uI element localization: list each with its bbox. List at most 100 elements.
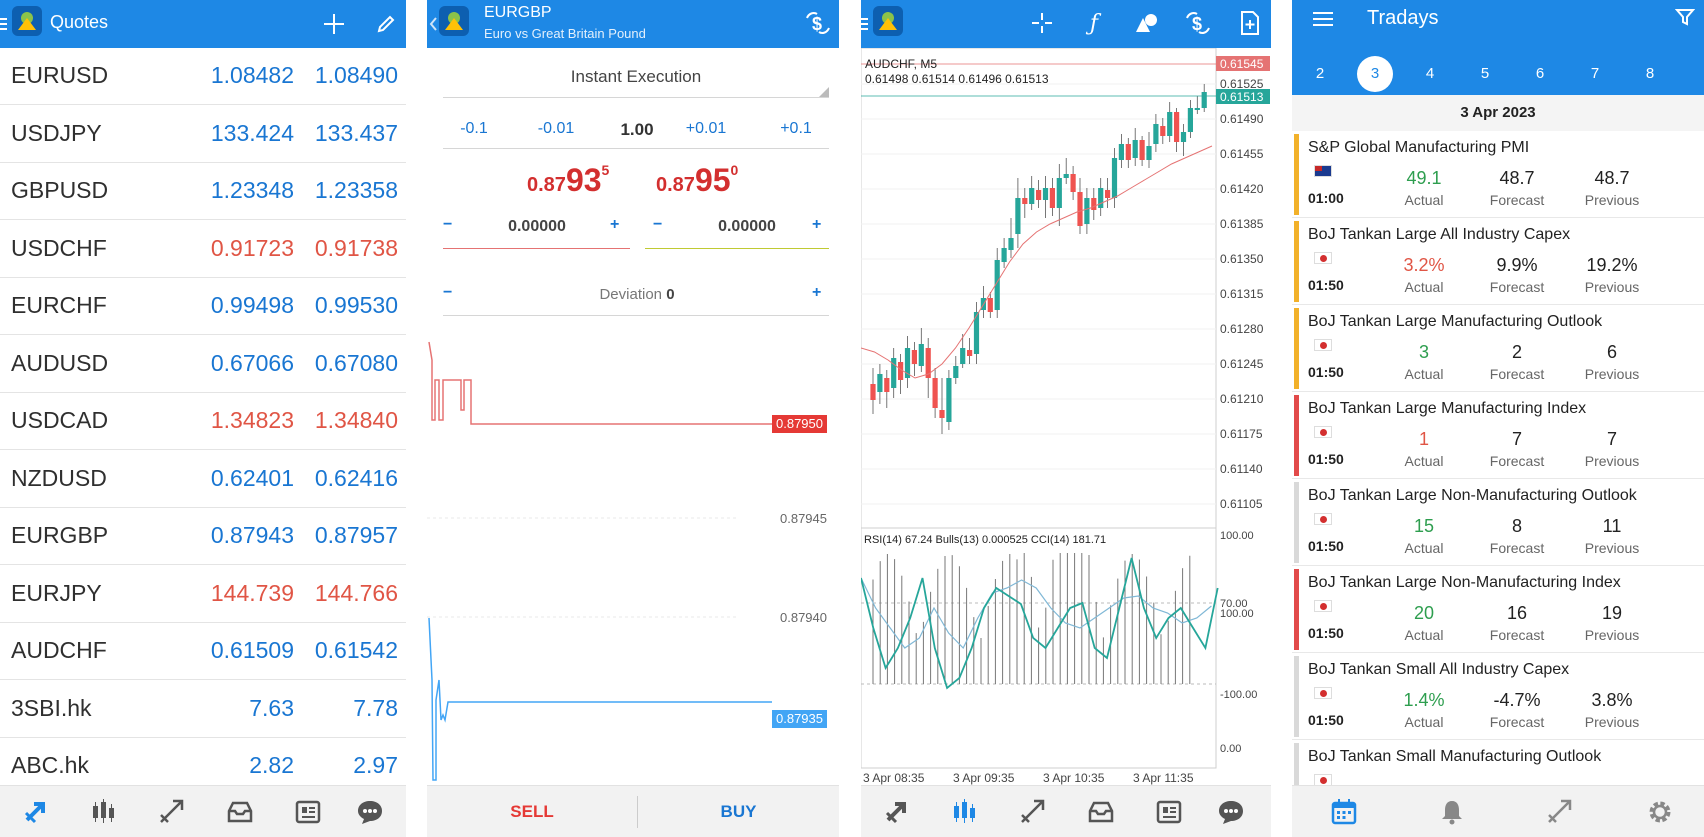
news-tab-icon[interactable] xyxy=(290,794,326,830)
day-item[interactable]: 5 xyxy=(1467,56,1503,92)
event-name: BoJ Tankan Large Manufacturing Outlook xyxy=(1308,313,1603,330)
quote-bid: 0.99498 xyxy=(210,292,294,318)
previous-label: Previous xyxy=(1584,453,1640,469)
candle-body xyxy=(1022,198,1028,204)
day-item[interactable]: 8 xyxy=(1632,56,1668,92)
volume-step-button[interactable]: -0.1 xyxy=(449,120,499,138)
volume-step-button[interactable]: +0.1 xyxy=(771,120,821,138)
candle-body xyxy=(870,384,876,400)
quote-row[interactable]: NZDUSD 0.62401 0.62416 xyxy=(0,451,406,508)
actual-label: Actual xyxy=(1404,453,1444,469)
chart-symbol-label: AUDCHF, M5 xyxy=(865,57,937,71)
history-tab-icon[interactable] xyxy=(222,794,258,830)
event-row[interactable]: BoJ Tankan Large Non-Manufacturing Index… xyxy=(1292,566,1704,653)
menu-icon[interactable] xyxy=(0,12,8,36)
back-icon[interactable] xyxy=(429,12,437,36)
sl-increase-button[interactable]: + xyxy=(610,216,619,234)
menu-icon[interactable] xyxy=(1310,6,1336,32)
volume-value[interactable]: 1.00 xyxy=(612,120,662,140)
event-row[interactable]: BoJ Tankan Large Non-Manufacturing Outlo… xyxy=(1292,479,1704,566)
price-axis-label: 0.61420 xyxy=(1220,182,1264,196)
pencil-icon[interactable] xyxy=(372,10,400,38)
event-row[interactable]: S&P Global Manufacturing PMI 01:00 49.1 48.… xyxy=(1292,131,1704,218)
quote-ask: 0.99530 xyxy=(314,292,398,318)
add-document-icon[interactable] xyxy=(1235,8,1265,38)
quote-row[interactable]: EURUSD 1.08482 1.08490 xyxy=(0,48,406,105)
quote-row[interactable]: AUDUSD 0.67066 0.67080 xyxy=(0,336,406,393)
quote-row[interactable]: USDCAD 1.34823 1.34840 xyxy=(0,393,406,450)
function-icon[interactable]: ƒ xyxy=(1079,8,1109,38)
dropdown-corner-icon xyxy=(819,87,829,97)
quote-symbol: AUDUSD xyxy=(11,349,109,376)
day-item[interactable]: 6 xyxy=(1522,56,1558,92)
candle-body xyxy=(1036,190,1042,200)
trade-tab-icon[interactable] xyxy=(154,794,190,830)
event-name: S&P Global Manufacturing PMI xyxy=(1308,139,1530,156)
deviation-decrease-button[interactable]: − xyxy=(443,284,452,302)
filter-icon[interactable] xyxy=(1672,4,1698,30)
date-header: 3 Apr 2023 xyxy=(1292,95,1704,131)
quote-row[interactable]: 3SBI.hk 7.63 7.78 xyxy=(0,681,406,738)
forecast-label: Forecast xyxy=(1489,366,1545,382)
quotes-tab-icon[interactable] xyxy=(879,794,915,830)
execution-type-select[interactable]: Instant Execution xyxy=(443,62,829,92)
time-axis-label: 3 Apr 10:35 xyxy=(1043,771,1105,785)
event-row[interactable]: BoJ Tankan Large Manufacturing Index 01:5… xyxy=(1292,392,1704,479)
tp-decrease-button[interactable]: − xyxy=(653,216,662,234)
tp-increase-button[interactable]: + xyxy=(812,216,821,234)
actual-label: Actual xyxy=(1404,192,1444,208)
dollar-exchange-icon[interactable]: $ xyxy=(803,8,833,38)
event-row[interactable]: BoJ Tankan Small All Industry Capex 01:50… xyxy=(1292,653,1704,740)
day-item[interactable]: 3 xyxy=(1357,56,1393,92)
bell-tab-icon[interactable] xyxy=(1434,794,1470,830)
quote-row[interactable]: AUDCHF 0.61509 0.61542 xyxy=(0,623,406,680)
stop-loss-input[interactable]: 0.00000 xyxy=(467,218,607,236)
plus-icon[interactable] xyxy=(320,10,348,38)
quote-row[interactable]: GBPUSD 1.23348 1.23358 xyxy=(0,163,406,220)
settings-tab-icon[interactable] xyxy=(1642,794,1678,830)
candle-body xyxy=(1049,188,1055,208)
volume-step-button[interactable]: -0.01 xyxy=(531,120,581,138)
quote-row[interactable]: EURCHF 0.99498 0.99530 xyxy=(0,278,406,335)
event-row[interactable]: BoJ Tankan Large All Industry Capex 01:50… xyxy=(1292,218,1704,305)
deviation-field[interactable]: Deviation 0 xyxy=(467,286,807,303)
history-tab-icon[interactable] xyxy=(1083,794,1119,830)
quotes-tab-icon[interactable] xyxy=(18,794,54,830)
chart-tab-icon[interactable] xyxy=(947,794,983,830)
quote-row[interactable]: EURJPY 144.739 144.766 xyxy=(0,566,406,623)
sl-decrease-button[interactable]: − xyxy=(443,216,452,234)
volume-step-button[interactable]: +0.01 xyxy=(681,120,731,138)
day-item[interactable]: 4 xyxy=(1412,56,1448,92)
quote-row[interactable]: EURGBP 0.87943 0.87957 xyxy=(0,508,406,565)
quote-bid: 1.34823 xyxy=(210,407,294,433)
take-profit-input[interactable]: 0.00000 xyxy=(677,218,817,236)
impact-indicator xyxy=(1294,569,1299,650)
trade-screen: EURGBP Euro vs Great Britain Pound $ Ins… xyxy=(427,0,839,837)
quote-row[interactable]: USDJPY 133.424 133.437 xyxy=(0,106,406,163)
price-chart[interactable]: AUDCHF, M5 0.61498 0.61514 0.61496 0.615… xyxy=(861,48,1271,785)
dollar-exchange-icon[interactable]: $ xyxy=(1183,8,1213,38)
chat-tab-icon[interactable] xyxy=(352,794,388,830)
trade-tab-icon[interactable] xyxy=(1015,794,1051,830)
quote-ask: 2.97 xyxy=(353,752,398,778)
shapes-icon[interactable] xyxy=(1131,8,1161,38)
news-tab-icon[interactable] xyxy=(1151,794,1187,830)
chat-tab-icon[interactable] xyxy=(1213,794,1249,830)
deviation-increase-button[interactable]: + xyxy=(812,284,821,302)
chart-ohlc-label: 0.61498 0.61514 0.61496 0.61513 xyxy=(865,72,1049,86)
sell-button[interactable]: SELL xyxy=(427,786,637,837)
candle-body xyxy=(1001,248,1007,262)
page-title: Tradays xyxy=(1367,7,1439,29)
calendar-tab-icon[interactable] xyxy=(1326,794,1362,830)
day-item[interactable]: 2 xyxy=(1302,56,1338,92)
event-row[interactable]: BoJ Tankan Large Manufacturing Outlook 01… xyxy=(1292,305,1704,392)
chart-tab-icon[interactable] xyxy=(86,794,122,830)
day-item[interactable]: 7 xyxy=(1577,56,1613,92)
crosshair-icon[interactable] xyxy=(1027,8,1057,38)
previous-label: Previous xyxy=(1584,714,1640,730)
quote-row[interactable]: USDCHF 0.91723 0.91738 xyxy=(0,221,406,278)
buy-button[interactable]: BUY xyxy=(638,786,839,837)
trade-tab-icon[interactable] xyxy=(1542,794,1578,830)
chart-screen: ƒ $ AUDCHF, M5 0.61498 0.61514 0.61496 0… xyxy=(861,0,1271,837)
menu-icon[interactable] xyxy=(861,12,869,36)
